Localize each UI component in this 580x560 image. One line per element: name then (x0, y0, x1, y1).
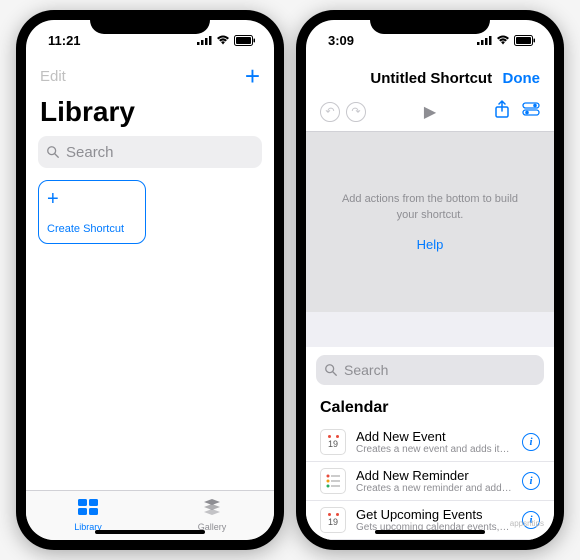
status-time: 3:09 (328, 33, 354, 48)
action-title: Get Upcoming Events (356, 507, 512, 522)
create-shortcut-button[interactable]: + Create Shortcut (38, 180, 146, 244)
canvas-area: Add actions from the bottom to build you… (306, 132, 554, 312)
calendar-icon: 19 (320, 507, 346, 533)
done-button[interactable]: Done (503, 70, 541, 87)
status-icons (477, 35, 536, 46)
create-label: Create Shortcut (47, 223, 137, 235)
gallery-icon (202, 499, 222, 520)
content-area (26, 244, 274, 490)
search-input[interactable]: Search (38, 136, 262, 168)
toolbar-right (494, 100, 540, 123)
action-sub: Creates a new reminder and adds it to th… (356, 483, 512, 494)
settings-button[interactable] (522, 102, 540, 121)
home-indicator[interactable] (375, 530, 485, 534)
signal-icon (197, 35, 212, 45)
share-button[interactable] (494, 100, 510, 123)
action-search-placeholder: Search (344, 362, 388, 378)
library-icon (78, 499, 98, 520)
phone-editor: 3:09 Untitled Shortcut Done ↶ ↷ ▶ Ad (296, 10, 564, 550)
action-text: Add New Event Creates a new event and ad… (356, 429, 512, 455)
reminders-icon (320, 468, 346, 494)
action-add-event[interactable]: 19 Add New Event Creates a new event and… (306, 423, 554, 462)
action-area: Search Calendar 19 Add New Event Creates… (306, 312, 554, 540)
wifi-icon (216, 35, 230, 45)
canvas-hint: Add actions from the bottom to build you… (336, 192, 524, 223)
status-time: 11:21 (48, 33, 81, 48)
undo-button[interactable]: ↶ (320, 102, 340, 122)
phone-library: 11:21 Edit + Library Search + Create Sho… (16, 10, 284, 550)
search-icon (46, 145, 60, 159)
page-title: Library (26, 92, 274, 136)
action-title: Add New Event (356, 429, 512, 444)
action-text: Add New Reminder Creates a new reminder … (356, 468, 512, 494)
action-add-reminder[interactable]: Add New Reminder Creates a new reminder … (306, 462, 554, 501)
signal-icon (477, 35, 492, 45)
add-button[interactable]: + (245, 61, 260, 92)
play-button[interactable]: ▶ (374, 102, 486, 122)
action-search-input[interactable]: Search (316, 355, 544, 385)
action-sub: Creates a new event and adds it to the s… (356, 444, 512, 455)
nav-title[interactable]: Untitled Shortcut (360, 70, 503, 87)
section-header: Calendar (306, 393, 554, 423)
toolbar-left: ↶ ↷ (320, 102, 366, 122)
plus-icon: + (47, 189, 137, 209)
search-placeholder: Search (66, 144, 114, 161)
status-icons (197, 35, 256, 46)
calendar-icon: 19 (320, 429, 346, 455)
watermark: appsntips (510, 519, 544, 528)
notch (90, 10, 210, 34)
battery-icon (514, 35, 536, 46)
action-title: Add New Reminder (356, 468, 512, 483)
toolbar: ↶ ↷ ▶ (306, 96, 554, 132)
home-indicator[interactable] (95, 530, 205, 534)
info-button[interactable]: i (522, 433, 540, 451)
notch (370, 10, 490, 34)
search-icon (324, 363, 338, 377)
battery-icon (234, 35, 256, 46)
action-spacer (306, 312, 554, 347)
redo-button[interactable]: ↷ (346, 102, 366, 122)
edit-button[interactable]: Edit (40, 68, 66, 85)
screen-library: 11:21 Edit + Library Search + Create Sho… (26, 20, 274, 540)
screen-editor: 3:09 Untitled Shortcut Done ↶ ↷ ▶ Ad (306, 20, 554, 540)
wifi-icon (496, 35, 510, 45)
info-button[interactable]: i (522, 472, 540, 490)
nav-bar: Untitled Shortcut Done (306, 60, 554, 96)
nav-bar: Edit + (26, 60, 274, 92)
help-link[interactable]: Help (417, 237, 444, 252)
